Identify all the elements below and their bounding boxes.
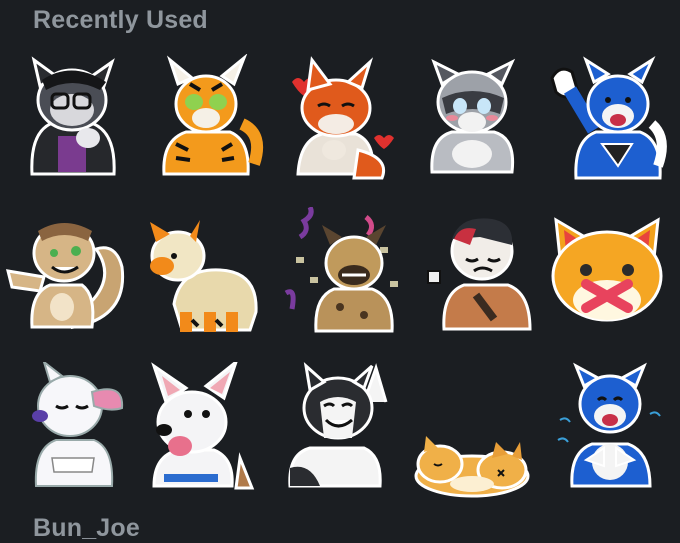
sticker-hyena-confetti[interactable] bbox=[280, 207, 402, 335]
sticker-squirrel-point[interactable] bbox=[4, 207, 126, 335]
section-title-recently-used: Recently Used bbox=[33, 6, 208, 34]
sticker-husky-laugh[interactable] bbox=[280, 362, 402, 490]
sticker-white-dog-yell[interactable] bbox=[140, 362, 262, 490]
sticker-white-cat-sleepy[interactable] bbox=[14, 362, 136, 490]
sticker-shiba-sleep[interactable] bbox=[412, 382, 534, 510]
sticker-raccoon-blush[interactable] bbox=[412, 54, 534, 182]
sticker-tiger-shrug[interactable] bbox=[146, 54, 268, 182]
sticker-arcanine-walk[interactable] bbox=[140, 212, 262, 340]
sticker-blue-dog-clap[interactable] bbox=[546, 362, 668, 490]
section-title-sticker-pack: Bun_Joe bbox=[33, 514, 140, 542]
sticker-fox-face-sealed[interactable] bbox=[546, 208, 668, 336]
sticker-dark-cat-glasses[interactable] bbox=[12, 54, 134, 182]
sticker-red-hair-wolf-cry[interactable] bbox=[420, 209, 542, 337]
sticker-blue-dog-wave[interactable] bbox=[546, 54, 668, 182]
sticker-fox-hearts[interactable] bbox=[278, 54, 400, 182]
